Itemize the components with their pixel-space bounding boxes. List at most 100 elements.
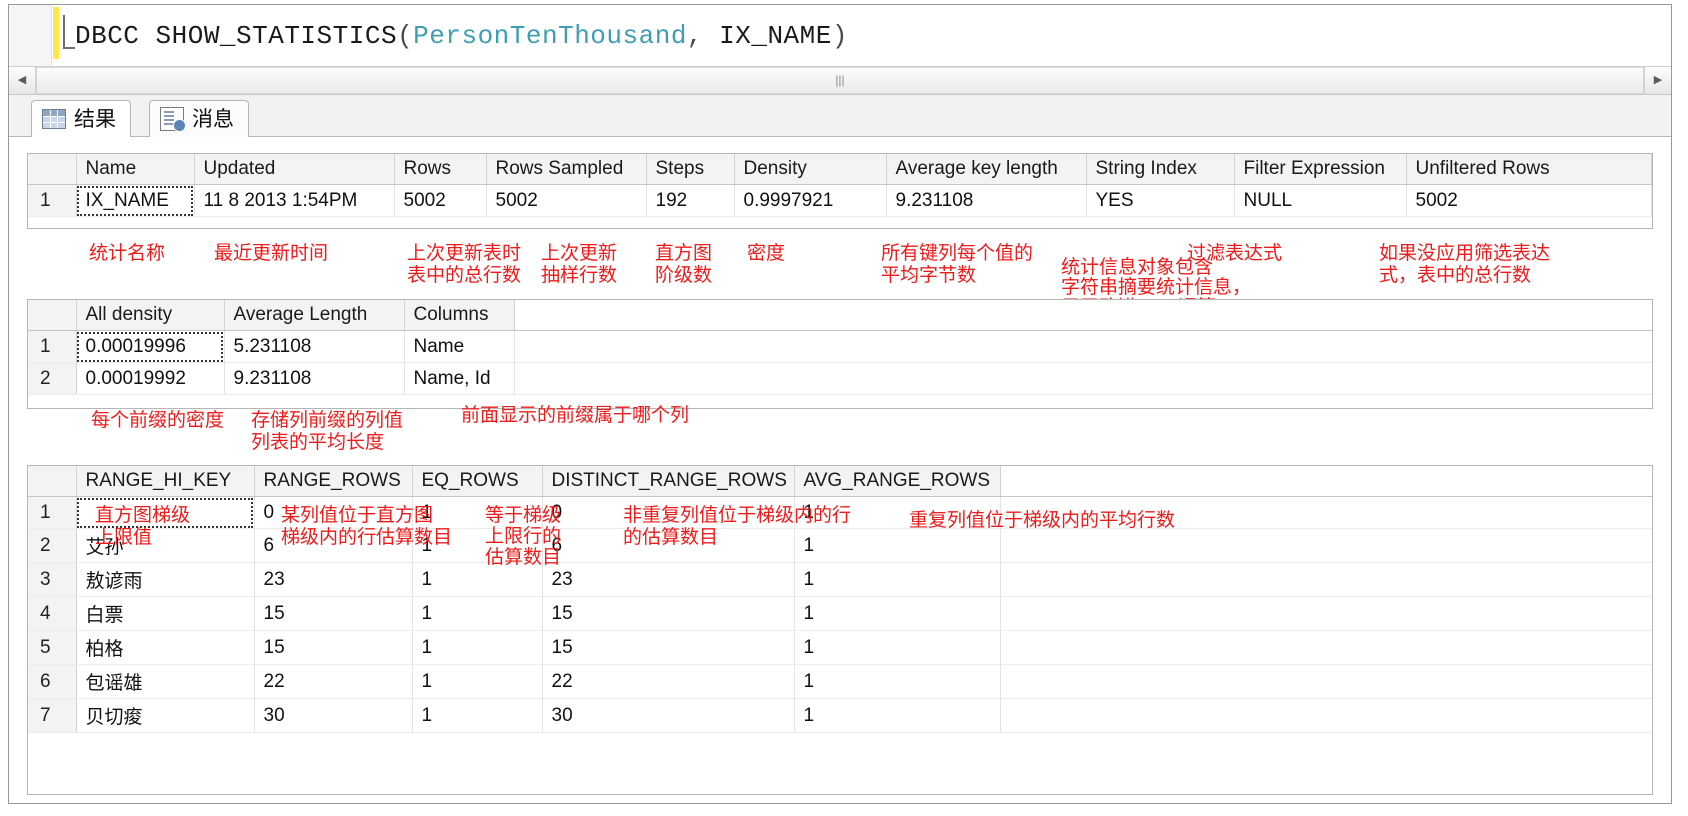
grid3-cell-range-hi-key[interactable]: 白票 — [76, 596, 255, 631]
grid2-row-number[interactable]: 1 — [28, 330, 77, 363]
grid3-row-number[interactable]: 2 — [28, 528, 77, 563]
scrollbar-thumb[interactable]: ||| — [36, 67, 1644, 94]
editor-horizontal-scrollbar[interactable]: ◀ ||| ▶ — [9, 67, 1671, 95]
grid1-cell-average-key-length[interactable]: 9.231108 — [886, 184, 1087, 217]
annotation-avg-range-rows: 重复列值位于梯级内的平均行数 — [909, 510, 1176, 531]
grid1-cell-string-index[interactable]: YES — [1086, 184, 1235, 217]
table-row[interactable]: 6 包谣雄 22 1 22 1 — [28, 664, 1652, 699]
grid2-cell-all-density[interactable]: 0.00019992 — [76, 362, 225, 395]
table-row[interactable]: 4 白票 15 1 15 1 — [28, 596, 1652, 631]
grid1-cell-steps[interactable]: 192 — [646, 184, 735, 217]
grid1-col-name[interactable]: Name — [76, 154, 195, 185]
grid3-cell-range-hi-key[interactable]: 敖谚雨 — [76, 562, 255, 597]
grid3-cell-range-hi-key[interactable]: 柏格 — [76, 630, 255, 665]
density-vector-grid[interactable]: All density Average Length Columns 1 0.0… — [27, 299, 1653, 409]
grid3-col-distinct-range-rows[interactable]: DISTINCT_RANGE_ROWS — [542, 466, 795, 497]
grid1-col-density[interactable]: Density — [734, 154, 887, 185]
grid1-col-rows-sampled[interactable]: Rows Sampled — [486, 154, 647, 185]
annotation-filter-expression: 过滤表达式 — [1187, 243, 1283, 264]
grid3-row-number[interactable]: 4 — [28, 596, 77, 631]
grid1-col-filter-expression[interactable]: Filter Expression — [1234, 154, 1407, 185]
grid2-col-average-length[interactable]: Average Length — [224, 300, 405, 331]
grid3-row-number[interactable]: 6 — [28, 664, 77, 699]
grid3-row-number[interactable]: 3 — [28, 562, 77, 597]
grid1-cell-updated[interactable]: 11 8 2013 1:54PM — [194, 184, 395, 217]
grid1-col-average-key-length[interactable]: Average key length — [886, 154, 1087, 185]
unsaved-change-marker — [53, 7, 59, 59]
grid3-cell-eq-rows[interactable]: 1 — [412, 596, 543, 631]
grid3-cell-filler — [1000, 596, 1652, 631]
grid3-cell-filler — [1000, 698, 1652, 733]
grid2-cell-average-length[interactable]: 5.231108 — [224, 330, 405, 363]
grid3-cell-distinct-range-rows[interactable]: 30 — [542, 698, 795, 733]
grid3-row-number[interactable]: 5 — [28, 630, 77, 665]
grid3-col-range-hi-key[interactable]: RANGE_HI_KEY — [76, 466, 255, 497]
grid1-row-number[interactable]: 1 — [28, 184, 77, 217]
grid3-cell-eq-rows[interactable]: 1 — [412, 664, 543, 699]
grid3-cell-range-rows[interactable]: 15 — [254, 630, 413, 665]
grid1-cell-density[interactable]: 0.9997921 — [734, 184, 887, 217]
grid3-cell-avg-range-rows[interactable]: 1 — [794, 630, 1001, 665]
scroll-left-arrow-icon[interactable]: ◀ — [9, 67, 36, 94]
tab-messages[interactable]: 消息 — [149, 100, 249, 137]
grid2-col-all-density[interactable]: All density — [76, 300, 225, 331]
grid3-cell-avg-range-rows[interactable]: 1 — [794, 664, 1001, 699]
grid3-cell-avg-range-rows[interactable]: 1 — [794, 596, 1001, 631]
scroll-right-arrow-icon[interactable]: ▶ — [1644, 67, 1671, 94]
grid3-cell-distinct-range-rows[interactable]: 15 — [542, 630, 795, 665]
grid3-cell-range-hi-key[interactable]: 包谣雄 — [76, 664, 255, 699]
query-editor[interactable]: DBCC SHOW_STATISTICS(PersonTenThousand, … — [9, 5, 1671, 67]
grid3-row-number[interactable]: 1 — [28, 496, 77, 529]
grid1-cell-rows[interactable]: 5002 — [394, 184, 487, 217]
grid3-cell-distinct-range-rows[interactable]: 23 — [542, 562, 795, 597]
grid3-header-row: RANGE_HI_KEY RANGE_ROWS EQ_ROWS DISTINCT… — [28, 466, 1652, 497]
sql-statement[interactable]: DBCC SHOW_STATISTICS(PersonTenThousand, … — [75, 21, 848, 51]
grid1-col-updated[interactable]: Updated — [194, 154, 395, 185]
grid1-cell-filter-expression[interactable]: NULL — [1234, 184, 1407, 217]
grid3-cell-range-rows[interactable]: 23 — [254, 562, 413, 597]
table-row[interactable]: 5 柏格 15 1 15 1 — [28, 630, 1652, 665]
table-row[interactable]: 1 IX_NAME 11 8 2013 1:54PM 5002 5002 192… — [28, 184, 1652, 217]
grid3-cell-distinct-range-rows[interactable]: 22 — [542, 664, 795, 699]
grid3-cell-distinct-range-rows[interactable]: 15 — [542, 596, 795, 631]
grid1-cell-unfiltered-rows[interactable]: 5002 — [1406, 184, 1652, 217]
annotation-range-hi-key: 直方图梯级 上限值 — [95, 505, 191, 548]
grid3-cell-range-rows[interactable]: 22 — [254, 664, 413, 699]
grid1-cell-name[interactable]: IX_NAME — [76, 184, 195, 217]
grid3-col-range-rows[interactable]: RANGE_ROWS — [254, 466, 413, 497]
grid1-col-string-index[interactable]: String Index — [1086, 154, 1235, 185]
grid1-cell-rows-sampled[interactable]: 5002 — [486, 184, 647, 217]
table-row[interactable]: 3 敖谚雨 23 1 23 1 — [28, 562, 1652, 597]
grid3-row-number[interactable]: 7 — [28, 698, 77, 733]
grid2-cell-columns[interactable]: Name, Id — [404, 362, 515, 395]
results-grid-icon — [42, 109, 66, 129]
grid3-col-avg-range-rows[interactable]: AVG_RANGE_ROWS — [794, 466, 1001, 497]
grid2-cell-average-length[interactable]: 9.231108 — [224, 362, 405, 395]
grid1-col-rows[interactable]: Rows — [394, 154, 487, 185]
grid1-col-rownum[interactable] — [28, 154, 77, 185]
grid3-cell-avg-range-rows[interactable]: 1 — [794, 562, 1001, 597]
grid3-cell-filler — [1000, 664, 1652, 699]
grid2-col-rownum[interactable] — [28, 300, 77, 331]
grid3-cell-range-hi-key[interactable]: 贝切痠 — [76, 698, 255, 733]
table-row[interactable]: 7 贝切痠 30 1 30 1 — [28, 698, 1652, 733]
grid2-cell-all-density[interactable]: 0.00019996 — [76, 330, 225, 363]
grid2-cell-columns[interactable]: Name — [404, 330, 515, 363]
grid3-col-eq-rows[interactable]: EQ_ROWS — [412, 466, 543, 497]
table-row[interactable]: 2 0.00019992 9.231108 Name, Id — [28, 362, 1652, 395]
grid3-cell-eq-rows[interactable]: 1 — [412, 698, 543, 733]
grid2-row-number[interactable]: 2 — [28, 362, 77, 395]
grid3-cell-eq-rows[interactable]: 1 — [412, 630, 543, 665]
grid3-cell-range-rows[interactable]: 15 — [254, 596, 413, 631]
grid3-cell-range-rows[interactable]: 30 — [254, 698, 413, 733]
grid3-col-rownum[interactable] — [28, 466, 77, 497]
statistics-header-grid[interactable]: Name Updated Rows Rows Sampled Steps Den… — [27, 153, 1653, 229]
table-row[interactable]: 1 0.00019996 5.231108 Name — [28, 330, 1652, 363]
grid3-cell-avg-range-rows[interactable]: 1 — [794, 698, 1001, 733]
sql-comma: , — [686, 21, 720, 51]
tab-results[interactable]: 结果 — [31, 100, 131, 137]
grid2-col-columns[interactable]: Columns — [404, 300, 515, 331]
grid1-col-steps[interactable]: Steps — [646, 154, 735, 185]
collapse-region-icon[interactable] — [63, 15, 75, 49]
grid1-col-unfiltered-rows[interactable]: Unfiltered Rows — [1406, 154, 1652, 185]
